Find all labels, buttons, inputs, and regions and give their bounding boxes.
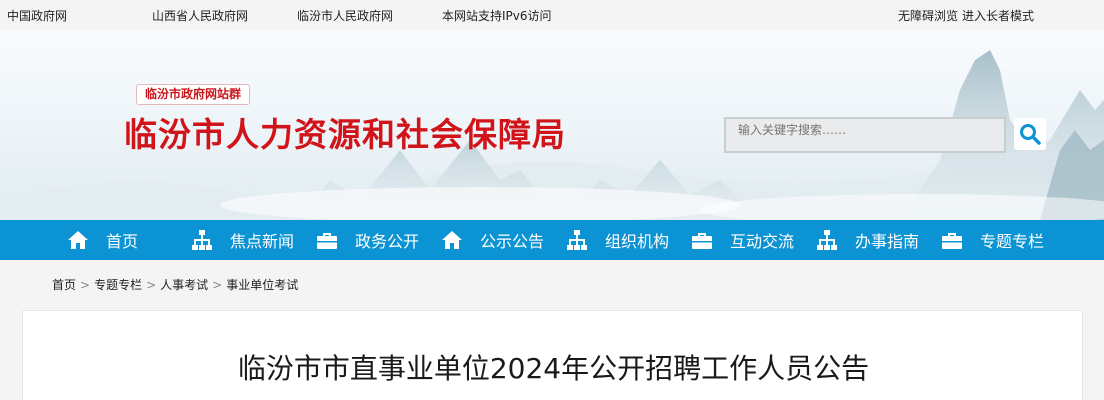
article-title: 临汾市市直事业单位2024年公开招聘工作人员公告 [237, 352, 870, 385]
breadcrumb: 首页 > 专题专栏 > 人事考试 > 事业单位考试 [52, 276, 298, 293]
top-bar: 中国政府网 山西省人民政府网 临汾市人民政府网 本网站支持IPv6访问 无障碍浏… [0, 0, 1104, 30]
breadcrumb-separator: > [212, 278, 223, 292]
link-china-gov[interactable]: 中国政府网 [7, 7, 67, 24]
nav-item-notices[interactable]: 公示公告 [440, 220, 544, 260]
org-chart-icon [565, 228, 589, 252]
nav-item-news[interactable]: 焦点新闻 [190, 220, 294, 260]
nav-label: 首页 [106, 232, 139, 251]
breadcrumb-separator: > [146, 278, 157, 292]
home-icon [440, 228, 464, 252]
link-shanxi-gov[interactable]: 山西省人民政府网 [152, 7, 248, 24]
breadcrumb-special[interactable]: 专题专栏 [94, 278, 142, 292]
nav-item-organization[interactable]: 组织机构 [565, 220, 669, 260]
breadcrumb-home[interactable]: 首页 [52, 278, 76, 292]
nav-label: 公示公告 [480, 232, 545, 251]
org-chart-icon [190, 228, 214, 252]
search-input[interactable] [726, 119, 1004, 151]
nav-item-guide[interactable]: 办事指南 [815, 220, 919, 260]
home-icon [66, 228, 90, 252]
nav-label: 互动交流 [730, 232, 795, 251]
nav-item-special[interactable]: 专题专栏 [940, 220, 1044, 260]
breadcrumb-separator: > [80, 278, 91, 292]
elder-mode-link[interactable]: 进入长者模式 [962, 7, 1034, 24]
briefcase-icon [940, 228, 964, 252]
ipv6-notice: 本网站支持IPv6访问 [442, 9, 552, 23]
site-group-badge[interactable]: 临汾市政府网站群 [136, 84, 251, 105]
main-nav: 首页 焦点新闻 政务公开 公示公告 组织机构 互动交流 办事指南 专题专栏 [0, 220, 1104, 260]
header-banner: 临汾市政府网站群 临汾市人力资源和社会保障局 [0, 30, 1104, 220]
breadcrumb-institution-exam[interactable]: 事业单位考试 [226, 278, 298, 292]
nav-label: 组织机构 [605, 232, 670, 251]
search-button[interactable] [1014, 118, 1046, 150]
search-box [724, 117, 1006, 153]
breadcrumb-personnel-exam[interactable]: 人事考试 [160, 278, 208, 292]
nav-label: 专题专栏 [980, 232, 1045, 251]
article-panel: 临汾市市直事业单位2024年公开招聘工作人员公告 [22, 310, 1083, 400]
briefcase-icon [315, 228, 339, 252]
nav-label: 焦点新闻 [230, 232, 295, 251]
nav-item-gov-affairs[interactable]: 政务公开 [315, 220, 419, 260]
link-linfen-gov[interactable]: 临汾市人民政府网 [297, 7, 393, 24]
nav-label: 政务公开 [355, 232, 420, 251]
accessibility-link[interactable]: 无障碍浏览 [898, 7, 958, 24]
briefcase-icon [690, 228, 714, 252]
search-icon [1020, 124, 1041, 145]
nav-item-home[interactable]: 首页 [66, 220, 138, 260]
nav-label: 办事指南 [855, 232, 920, 251]
site-title: 临汾市人力资源和社会保障局 [124, 115, 566, 154]
org-chart-icon [815, 228, 839, 252]
nav-item-interaction[interactable]: 互动交流 [690, 220, 794, 260]
